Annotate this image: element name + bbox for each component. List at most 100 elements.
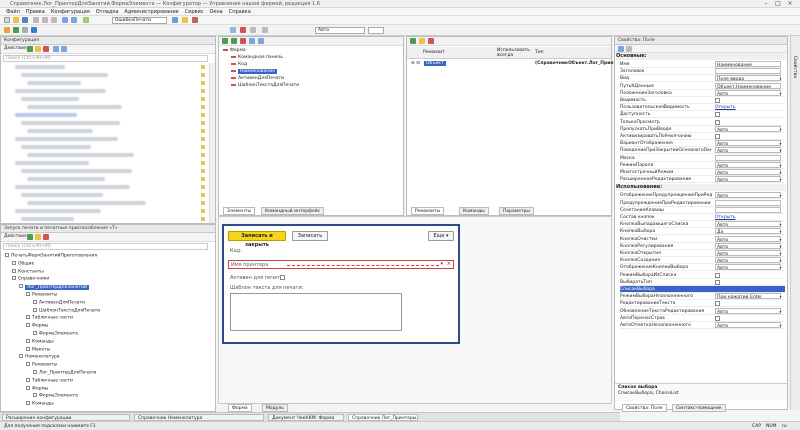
property-value[interactable]: Авто <box>715 235 781 242</box>
property-group[interactable]: Основные: <box>616 53 786 60</box>
menu-item-4[interactable]: Администрирование <box>124 9 178 15</box>
tree-item[interactable]: Лог_ПринтерДляЗанятий <box>19 284 89 290</box>
config-icon[interactable] <box>4 27 10 33</box>
move-down-icon[interactable] <box>258 38 264 44</box>
property-value[interactable]: Авто <box>715 176 781 183</box>
property-row[interactable]: Заголовок <box>620 68 785 76</box>
property-row[interactable]: ОбновлениеТекстаРедактирования Авто ▾ <box>620 307 785 315</box>
property-row[interactable]: ПоложениеЗаголовка Авто ▾ <box>620 89 785 97</box>
property-value[interactable]: Авто <box>715 125 781 132</box>
property-row[interactable]: ВыбиратьТип <box>620 279 785 286</box>
tree-item[interactable]: ФормаЭлемента <box>33 393 78 399</box>
requisite-object[interactable]: Объект <box>424 61 446 66</box>
property-row[interactable]: ОтображениеПредупрежденияПриРедактирован… <box>620 192 785 200</box>
dropdown-icon[interactable]: ▾ <box>778 236 783 242</box>
tree-item[interactable]: Формы <box>26 323 48 329</box>
add-group-icon[interactable] <box>231 38 237 44</box>
property-value[interactable] <box>715 206 781 213</box>
tree-item[interactable]: Команды <box>26 401 54 407</box>
list-item[interactable] <box>27 129 93 133</box>
config-actions-menu[interactable]: Действия <box>4 46 27 51</box>
bookmark-icon[interactable] <box>182 17 188 23</box>
paste-icon[interactable] <box>51 17 57 23</box>
property-value[interactable]: Авто <box>715 221 781 228</box>
list-item[interactable] <box>15 65 65 69</box>
property-row[interactable]: РасширенноеРедактирование Авто ▾ <box>620 176 785 184</box>
property-checkbox[interactable] <box>715 119 720 125</box>
property-row[interactable]: АвтоПереносСтрок <box>620 315 785 322</box>
form-element-item[interactable]: Форма <box>223 48 246 53</box>
move-up-icon[interactable] <box>53 46 59 52</box>
dropdown-icon[interactable]: ▾ <box>778 147 783 153</box>
property-row[interactable]: ПутьКДанным Объект.Наименование <box>620 82 785 90</box>
property-value[interactable]: Наименование <box>715 61 781 67</box>
group-icon[interactable] <box>626 46 632 52</box>
list-item[interactable] <box>21 169 132 173</box>
list-item[interactable] <box>15 161 89 165</box>
property-row[interactable]: АвтоОтметкаНезаполненного Авто ▾ <box>620 322 785 329</box>
config-search-input[interactable]: Поиск (Ctrl+Alt+M) <box>3 55 208 62</box>
menu-item-7[interactable]: Справка <box>229 9 251 15</box>
dropdown-icon[interactable]: ▾ <box>778 75 783 81</box>
list-item[interactable] <box>27 153 134 157</box>
property-row[interactable]: ПользовательскаяВидимость Открыть <box>620 104 785 112</box>
list-item[interactable] <box>15 209 101 213</box>
property-row[interactable]: Имя Наименование <box>620 61 785 68</box>
property-row[interactable]: КнопкаВыбора Да ▾ <box>620 228 785 236</box>
tab-module[interactable]: Модуль <box>262 404 288 412</box>
align-icon[interactable] <box>250 27 256 33</box>
property-value[interactable]: Авто <box>715 242 781 249</box>
dropdown-icon[interactable]: ▾ <box>778 192 783 198</box>
form-element-item[interactable]: АктивенДляПечати <box>231 76 284 81</box>
dropdown-icon[interactable]: ▾ <box>778 322 783 328</box>
property-row[interactable]: ПропускатьПриВводе Авто ▾ <box>620 125 785 133</box>
window-tab[interactable]: Документ ЧекККМ: Форма <box>268 414 344 421</box>
new-icon[interactable] <box>4 17 10 23</box>
property-checkbox[interactable] <box>715 279 720 285</box>
save-button[interactable]: Записать <box>292 231 328 241</box>
window-tab[interactable]: Справочник Лог_Принтеры... <box>348 414 418 421</box>
update-icon[interactable] <box>22 27 28 33</box>
list-item[interactable] <box>15 113 77 117</box>
property-row[interactable]: СписокВыбора <box>620 286 785 293</box>
property-row[interactable]: КнопкаВыпадающегоСписка Авто ▾ <box>620 221 785 229</box>
form-element-item[interactable]: ШаблонТекстаДляПечати <box>231 83 299 88</box>
subsystem-actions-menu[interactable]: Действия <box>4 234 27 239</box>
zoom-combo[interactable]: Авто <box>315 27 365 34</box>
move-up-icon[interactable] <box>249 38 255 44</box>
property-value[interactable]: Авто <box>715 307 781 314</box>
list-item[interactable] <box>21 121 120 125</box>
tree-item[interactable]: Реквизиты <box>26 362 57 368</box>
tree-item[interactable]: АктивенДляПечати <box>33 299 85 305</box>
tree-item[interactable]: Константы <box>12 268 44 274</box>
list-item[interactable] <box>15 137 118 141</box>
tree-item[interactable]: Общие <box>12 260 34 266</box>
dropdown-icon[interactable]: ▾ <box>778 126 783 132</box>
property-row[interactable]: ПредупреждениеПриРедактировании <box>620 199 785 207</box>
undo-icon[interactable] <box>62 17 68 23</box>
tab-form[interactable]: Форма <box>228 404 252 412</box>
subsystem-search-input[interactable]: Поиск (Ctrl+Alt+M) <box>3 243 208 250</box>
sort-icon[interactable] <box>618 46 624 52</box>
font-color-icon[interactable] <box>240 27 246 33</box>
dropdown-icon[interactable]: ▾ <box>778 176 783 182</box>
close-icon[interactable]: × <box>784 0 796 7</box>
form-element-item[interactable]: Командная панель <box>231 55 283 60</box>
dropdown-icon[interactable]: ▾ <box>778 169 783 175</box>
more-menu-button[interactable]: Еще ▾ <box>428 231 454 241</box>
tree-item[interactable]: ПечатьФормЗанятийПриготовления <box>5 253 97 259</box>
dropdown-icon[interactable]: ▾ <box>778 264 783 270</box>
property-value[interactable] <box>715 68 781 75</box>
template-textarea[interactable] <box>230 293 402 331</box>
find-icon[interactable] <box>83 17 89 23</box>
dropdown-icon[interactable]: ▾ <box>440 261 443 267</box>
dropdown-icon[interactable]: ▾ <box>778 243 783 249</box>
list-item[interactable] <box>27 105 122 109</box>
run-icon[interactable] <box>13 27 19 33</box>
copy-icon[interactable] <box>42 17 48 23</box>
property-value[interactable]: При нажатии Enter <box>715 293 781 300</box>
property-row[interactable]: АктивизироватьПоУмолчанию <box>620 133 785 140</box>
active-checkbox[interactable] <box>280 275 285 280</box>
bold-icon[interactable] <box>262 27 268 33</box>
property-group[interactable]: Использование: <box>616 184 786 192</box>
